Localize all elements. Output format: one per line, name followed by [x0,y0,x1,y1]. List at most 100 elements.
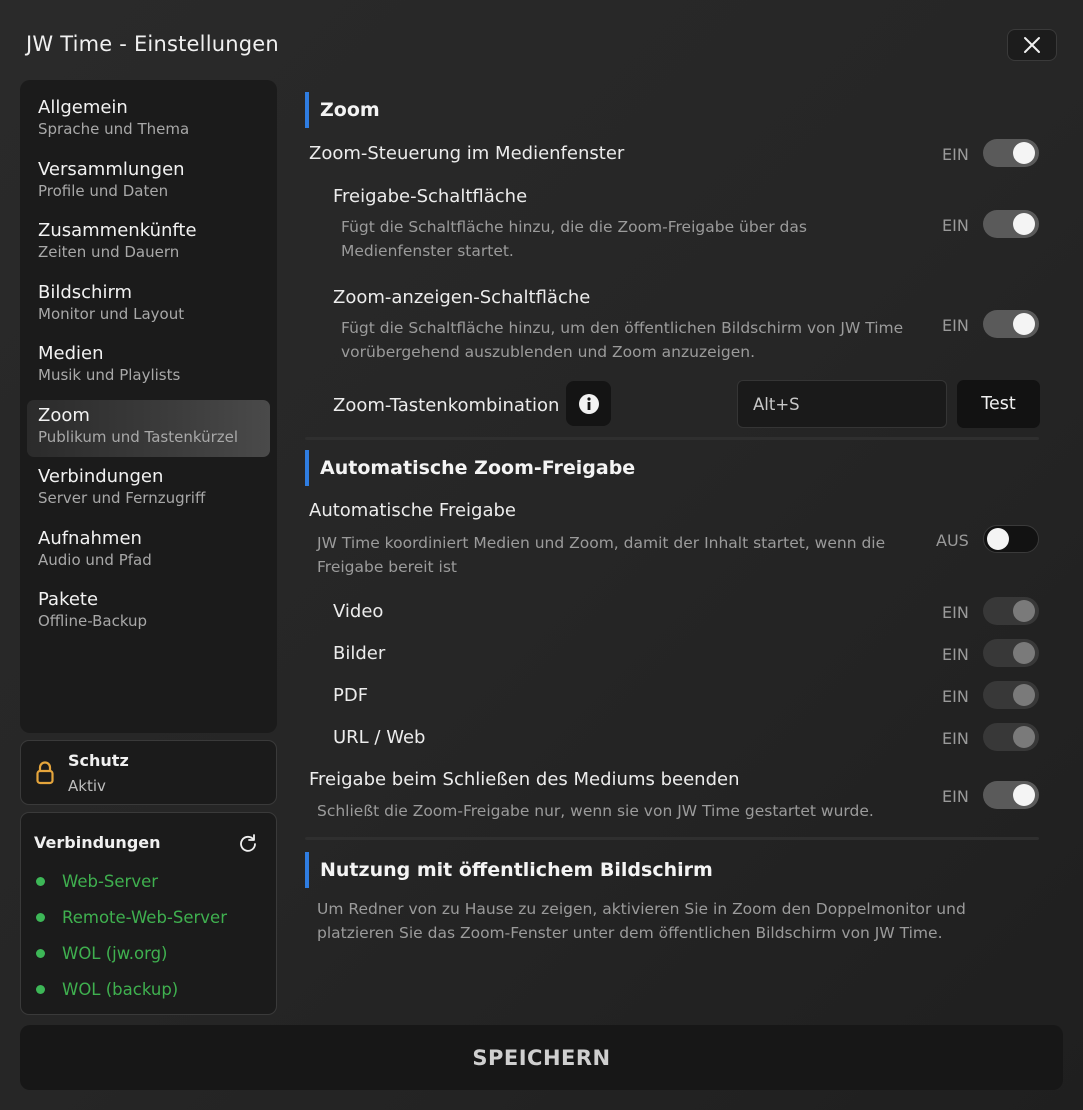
sidebar-item-sub: Profile und Daten [38,181,169,200]
toggle-knob [1013,600,1035,622]
shortcut-label: Zoom-Tastenkombination [333,395,560,416]
type-images-state: EIN [942,645,969,664]
sidebar-item-label: Verbindungen [38,466,164,487]
connection-wol-backup: WOL (backup) [36,977,178,1001]
sidebar-item-allgemein[interactable]: Allgemein Sprache und Thema [27,92,270,149]
share-button-desc-2: Medienfenster startet. [341,242,514,260]
toggle-knob [1013,784,1035,806]
lock-icon [36,761,54,785]
protection-status-card[interactable]: Schutz Aktiv [20,740,277,805]
type-url-state: EIN [942,729,969,748]
auto-share-desc-2: Freigabe bereit ist [317,558,458,576]
sidebar-item-label: Versammlungen [38,158,185,180]
connections-panel: Verbindungen Web-Server Remote-Web-Serve… [20,812,277,1015]
type-images-label: Bilder [333,643,386,664]
end-on-close-desc: Schließt die Zoom-Freigabe nur, wenn sie… [317,802,874,820]
public-screen-desc-2: platzieren Sie das Zoom-Fenster unter de… [317,924,943,942]
zoom-media-control-state: EIN [942,145,969,164]
info-icon [578,393,599,414]
end-on-close-label: Freigabe beim Schließen des Mediums been… [309,769,740,790]
toggle-knob [1013,642,1035,664]
show-button-desc-2: vorübergehend auszublenden und Zoom anzu… [341,343,756,361]
type-pdf-label: PDF [333,685,369,706]
sidebar-item-label: Aufnahmen [38,527,142,549]
sidebar-item-zusammenkuenfte[interactable]: Zusammenkünfte Zeiten und Dauern [27,215,270,272]
shortcut-input[interactable] [737,380,947,428]
connections-title: Verbindungen [34,833,161,852]
status-dot [36,984,45,994]
connection-web-server: Web-Server [36,869,158,893]
type-video-toggle[interactable] [983,597,1039,625]
type-video-label: Video [333,601,384,622]
zoom-media-control-toggle[interactable] [983,139,1039,167]
sidebar-item-sub: Offline-Backup [38,612,148,630]
toggle-knob [1013,726,1035,748]
status-dot [36,912,45,922]
sidebar-item-label: Bildschirm [38,281,133,303]
public-screen-desc-1: Um Redner von zu Hause zu zeigen, aktivi… [317,900,966,918]
type-pdf-state: EIN [942,687,969,706]
type-pdf-toggle[interactable] [983,681,1039,709]
sidebar-item-bildschirm[interactable]: Bildschirm Monitor und Layout [27,277,270,334]
auto-share-label: Automatische Freigabe [309,500,516,521]
status-dot [36,948,45,958]
show-button-state: EIN [942,316,969,335]
connection-label: Remote-Web-Server [62,907,227,927]
connection-remote-web-server: Remote-Web-Server [36,905,227,929]
toggle-knob [987,528,1009,550]
sidebar-item-sub: Zeiten und Dauern [38,243,180,261]
auto-share-desc-1: JW Time koordiniert Medien und Zoom, dam… [317,534,886,552]
connection-label: Web-Server [62,871,159,891]
type-images-toggle[interactable] [983,639,1039,667]
connection-label: WOL (jw.org) [62,943,168,963]
save-button[interactable]: SPEICHERN [20,1025,1063,1090]
type-url-toggle[interactable] [983,723,1039,751]
sidebar-item-aufnahmen[interactable]: Aufnahmen Audio und Pfad [27,523,270,580]
sidebar-item-pakete[interactable]: Pakete Offline-Backup [27,584,270,641]
section-heading-auto-share: Automatische Zoom-Freigabe [305,450,635,486]
protection-title: Schutz [68,751,129,770]
share-button-label: Freigabe-Schaltfläche [333,186,528,207]
close-icon [1024,37,1040,53]
sidebar-nav: Allgemein Sprache und Thema Versammlunge… [20,80,277,733]
section-heading-public-screen: Nutzung mit öffentlichem Bildschirm [305,852,713,888]
type-url-label: URL / Web [333,727,426,748]
status-dot [36,876,45,886]
section-heading-zoom: Zoom [305,92,380,128]
end-on-close-state: EIN [942,787,969,806]
sidebar-item-medien[interactable]: Medien Musik und Playlists [27,338,270,395]
shortcut-info-button[interactable] [566,381,611,426]
sidebar-item-label: Zusammenkünfte [38,220,197,241]
toggle-knob [1013,684,1035,706]
section-divider [305,437,1039,440]
sidebar-item-label: Zoom [38,404,90,426]
sidebar-item-sub: Server und Fernzugriff [38,489,206,507]
show-button-toggle[interactable] [983,310,1039,338]
toggle-knob [1013,213,1035,235]
sidebar-item-verbindungen[interactable]: Verbindungen Server und Fernzugriff [27,461,270,518]
toggle-knob [1013,313,1035,335]
share-button-state: EIN [942,216,969,235]
auto-share-toggle[interactable] [983,525,1039,553]
close-button[interactable] [1007,29,1057,61]
sidebar-item-label: Medien [38,343,104,364]
protection-status: Aktiv [68,777,106,795]
show-button-desc-1: Fügt die Schaltfläche hinzu, um den öffe… [341,319,904,337]
connection-label: WOL (backup) [62,979,179,999]
auto-share-state: AUS [936,531,969,550]
shortcut-test-button[interactable]: Test [957,380,1040,428]
sidebar-item-zoom[interactable]: Zoom Publikum und Tastenkürzel [27,399,270,457]
refresh-icon[interactable] [238,833,258,853]
toggle-knob [1013,142,1035,164]
sidebar-item-sub: Sprache und Thema [38,120,190,138]
type-video-state: EIN [942,603,969,622]
sidebar-item-versammlungen[interactable]: Versammlungen Profile und Daten [27,154,270,211]
window-title: JW Time - Einstellungen [26,32,279,56]
sidebar-item-sub: Musik und Playlists [38,366,181,384]
sidebar-item-label: Allgemein [38,97,128,118]
end-on-close-toggle[interactable] [983,781,1039,809]
sidebar-item-label: Pakete [38,589,99,610]
show-button-label: Zoom-anzeigen-Schaltfläche [333,287,591,308]
share-button-toggle[interactable] [983,210,1039,238]
section-divider [305,837,1039,840]
